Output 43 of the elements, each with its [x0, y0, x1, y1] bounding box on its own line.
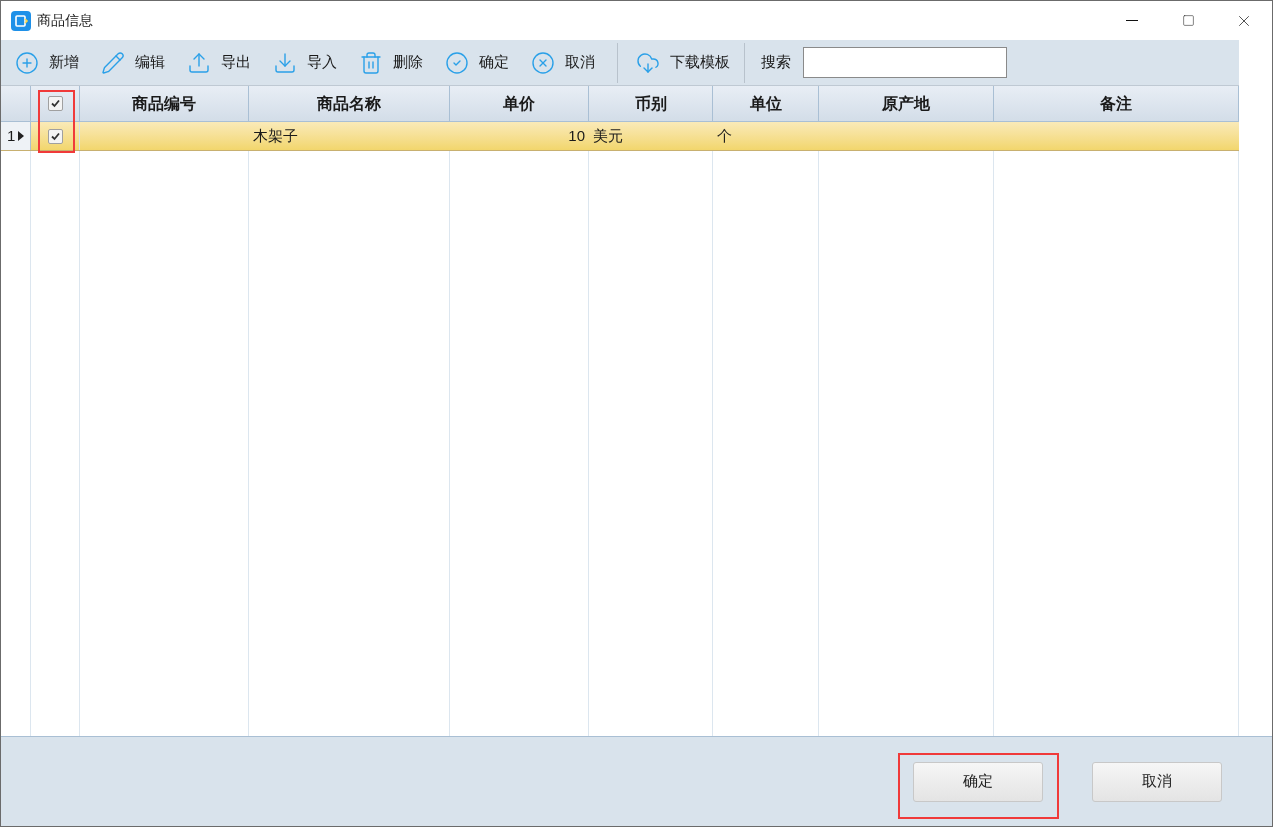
- toolbar-button[interactable]: 下载模板: [636, 50, 730, 75]
- search-label: 搜索: [761, 52, 791, 73]
- table-row[interactable]: 1 木架子 10 美元 个: [1, 122, 1239, 151]
- trash-icon: [359, 50, 383, 75]
- cloud-download-icon: [636, 50, 660, 75]
- column-header[interactable]: 单位: [713, 86, 819, 121]
- toolbar-button[interactable]: 取消: [531, 50, 595, 75]
- plus-circle-icon: [15, 50, 39, 75]
- app-logo-icon: [11, 10, 31, 31]
- download-icon: [273, 50, 297, 75]
- table-cell-text: 美元: [593, 125, 623, 146]
- minimize-icon: [1126, 20, 1138, 21]
- table-cell-text: 木架子: [253, 125, 298, 146]
- pencil-icon: [101, 50, 125, 75]
- column-header[interactable]: 原产地: [819, 86, 994, 121]
- check-icon: [49, 98, 61, 109]
- highlight-frame: [38, 90, 75, 153]
- dialog-button[interactable]: 确定: [913, 761, 1043, 802]
- toolbar-button[interactable]: 新增: [15, 50, 79, 75]
- check-circle-icon: [445, 50, 469, 75]
- dialog-button[interactable]: 取消: [1092, 761, 1222, 802]
- column-header[interactable]: 商品名称: [249, 86, 450, 121]
- search-field[interactable]: [803, 47, 1007, 78]
- current-row-icon: [18, 131, 25, 141]
- window-title: 商品信息: [37, 11, 93, 30]
- toolbar-button[interactable]: 导出: [187, 50, 251, 75]
- table-cell-text: 10: [568, 125, 585, 146]
- row-number: 1: [7, 125, 16, 146]
- toolbar-button[interactable]: 编辑: [101, 50, 165, 75]
- x-circle-icon: [531, 50, 555, 75]
- table-cell-text: 个: [717, 125, 732, 146]
- checkbox[interactable]: [47, 96, 63, 111]
- toolbar-button[interactable]: 导入: [273, 50, 337, 75]
- column-header[interactable]: 币别: [589, 86, 713, 121]
- toolbar-button[interactable]: 删除: [359, 50, 423, 75]
- column-header[interactable]: 单价: [450, 86, 589, 121]
- upload-icon: [187, 50, 211, 75]
- checkbox[interactable]: [47, 128, 63, 144]
- maximize-icon: [1181, 14, 1195, 27]
- column-header[interactable]: 商品编号: [80, 86, 249, 121]
- check-icon: [49, 130, 61, 142]
- toolbar-button[interactable]: 确定: [445, 50, 509, 75]
- column-header[interactable]: 备注: [994, 86, 1239, 121]
